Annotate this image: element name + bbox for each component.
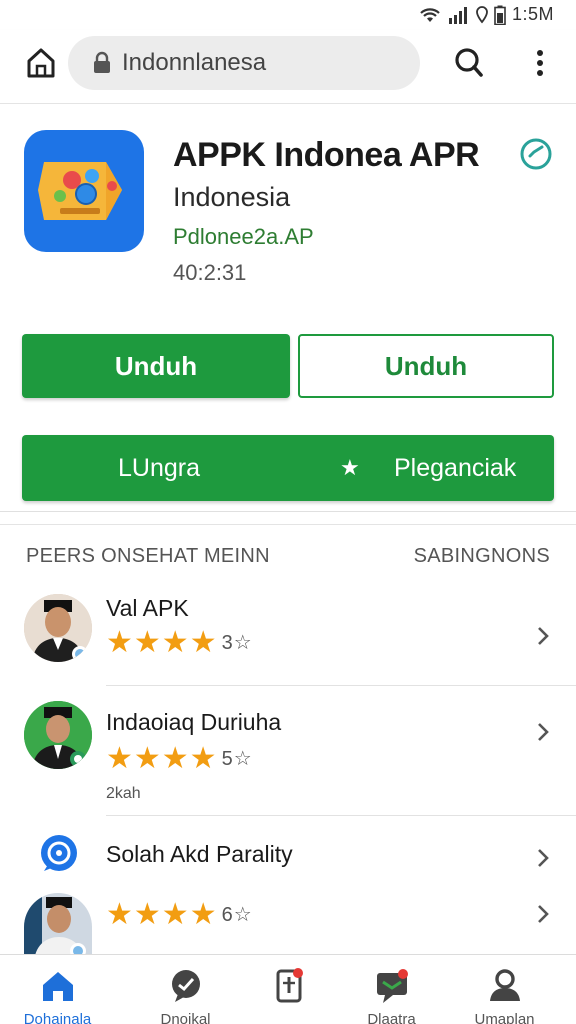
app-subtitle: Indonesia — [173, 182, 291, 212]
list-item[interactable]: ★★★ ★ 6☆ — [0, 891, 576, 961]
search-query[interactable]: Indonnlanesa — [122, 49, 266, 77]
chat-icon — [171, 970, 200, 1002]
chevron-right-icon[interactable] — [536, 847, 550, 869]
bookmark-icon — [276, 968, 303, 1003]
home-outline-icon[interactable] — [22, 44, 60, 82]
wifi-icon — [420, 7, 440, 22]
status-time: 1:5M — [511, 4, 554, 24]
rating-count: 6☆ — [221, 904, 253, 926]
verified-icon — [520, 138, 552, 170]
app-meta: 40:2:31 — [173, 260, 247, 285]
nav-label: Dnoikal — [160, 1011, 211, 1024]
app-icon[interactable] — [24, 130, 144, 252]
search-icon[interactable] — [450, 44, 488, 82]
chat-bubble-icon — [41, 835, 77, 871]
search-header: Indonnlanesa — [0, 30, 576, 104]
app-developer[interactable]: Pdlonee2a.AP — [173, 224, 314, 250]
app-logo-graphic — [38, 162, 122, 220]
section-see-all[interactable]: SABINGNONS — [414, 545, 550, 568]
nav-chat[interactable]: Dnoikal — [128, 955, 243, 1024]
list-item-title: Indaoiaq Duriuha — [106, 709, 282, 735]
message-icon — [376, 969, 408, 1003]
app-header-card: APPK Indonea APR Indonesia Pdlonee2a.AP … — [0, 104, 576, 512]
star-rating: ★★★★ 5☆ — [106, 742, 253, 775]
list-item[interactable]: Indaoiaq Duriuha ★★★★ 5☆ 2kah — [0, 701, 576, 811]
lock-icon — [94, 51, 110, 73]
nav-label: Umaplan — [474, 1011, 535, 1024]
rating-count: 5☆ — [221, 748, 253, 770]
chevron-right-icon[interactable] — [536, 625, 550, 647]
profile-icon — [489, 969, 520, 1001]
location-icon — [476, 5, 488, 23]
star-rating: ★★★ ★ 3☆ — [106, 626, 253, 659]
avatar — [24, 893, 92, 961]
nav-messages[interactable]: Dlaatra — [334, 955, 449, 1024]
status-bar: 1:5M — [0, 0, 576, 30]
list-item-title: Solah Akd Parality — [106, 841, 293, 867]
wide-button-right-label: Pleganciak — [394, 453, 517, 482]
star-icon: ★ — [340, 455, 360, 480]
nav-bookmark[interactable] — [231, 955, 346, 1024]
nav-label: Dohainala — [23, 1011, 92, 1024]
chevron-right-icon[interactable] — [536, 721, 550, 743]
battery-icon — [494, 5, 506, 25]
list-item-sub: 2kah — [106, 785, 141, 802]
download-button[interactable]: Unduh — [22, 334, 290, 398]
signal-icon — [448, 6, 467, 24]
app-title: APPK Indonea APR — [173, 136, 480, 174]
divider — [106, 815, 576, 816]
nav-profile[interactable]: Umaplan — [447, 955, 562, 1024]
recommended-section: PEERS ONSEHAT MEINN SABINGNONS Val APK ★… — [0, 524, 576, 961]
wide-action-button[interactable]: LUngra ★ Pleganciak — [22, 435, 554, 501]
rating-count: 3☆ — [221, 632, 253, 654]
list-item[interactable]: Solah Akd Parality — [0, 825, 576, 883]
more-vert-icon[interactable] — [526, 44, 554, 82]
status-icons: 1:5M — [418, 4, 554, 25]
wide-button-left-label: LUngra — [118, 453, 200, 482]
avatar — [24, 701, 92, 769]
list-item[interactable]: Val APK ★★★ ★ 3☆ — [0, 591, 576, 681]
avatar — [24, 594, 92, 662]
home-icon — [42, 972, 73, 1001]
download-outline-button[interactable]: Unduh — [298, 334, 554, 398]
section-header: PEERS ONSEHAT MEINN — [26, 545, 270, 567]
star-rating: ★★★ ★ 6☆ — [106, 898, 253, 931]
list-item-title: Val APK — [106, 595, 189, 621]
chevron-right-icon[interactable] — [536, 903, 550, 925]
nav-home[interactable]: Dohainala — [0, 955, 115, 1024]
search-bar[interactable]: Indonnlanesa — [68, 36, 420, 90]
nav-label: Dlaatra — [367, 1011, 416, 1024]
divider — [106, 685, 576, 686]
bottom-nav: Dohainala Dnoikal Dlaatra Umaplan — [0, 954, 576, 1024]
